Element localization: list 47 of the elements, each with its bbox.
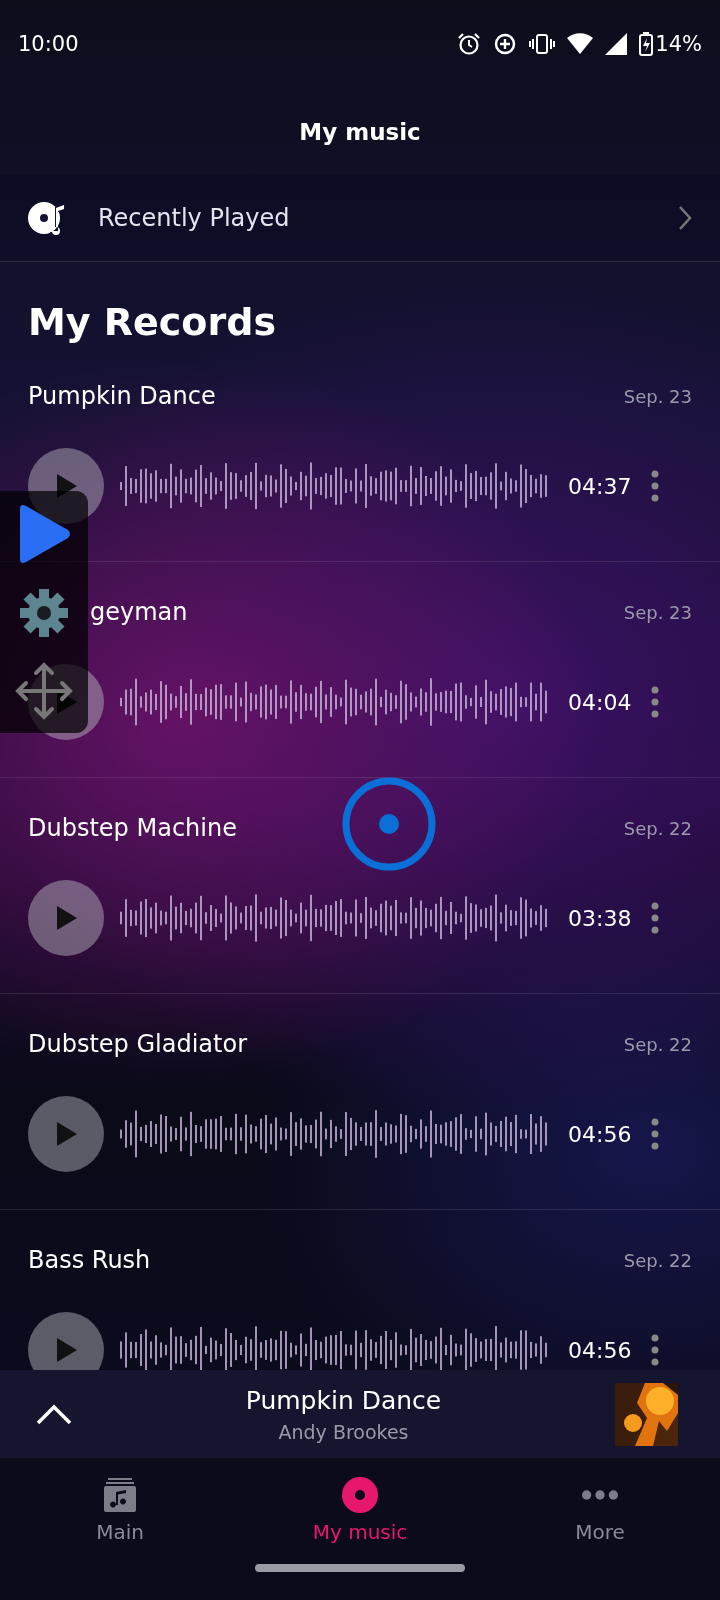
battery-icon bbox=[639, 32, 654, 56]
status-time: 10:00 bbox=[18, 32, 79, 56]
record-date: Sep. 23 bbox=[623, 385, 692, 407]
nav-tab[interactable]: More bbox=[480, 1468, 720, 1552]
record-title: Bass Rush bbox=[28, 1246, 151, 1274]
battery-level: 14% bbox=[655, 32, 702, 56]
record-duration: 04:56 bbox=[568, 1337, 633, 1363]
record-date: Sep. 22 bbox=[623, 1033, 692, 1055]
settings-icon[interactable] bbox=[19, 588, 69, 638]
signal-icon bbox=[605, 33, 628, 55]
record-title: Pumpkin Dance bbox=[28, 382, 216, 410]
record-duration: 03:38 bbox=[568, 905, 633, 931]
more-options-icon[interactable] bbox=[650, 685, 660, 719]
track-title: Pumpkin Dance bbox=[245, 1385, 442, 1415]
data-saver-icon bbox=[493, 32, 518, 56]
record-date: Sep. 22 bbox=[623, 817, 692, 839]
play-icon bbox=[54, 905, 78, 931]
record-title: Dubstep Machine bbox=[28, 814, 237, 842]
chevron-up-icon[interactable] bbox=[36, 1403, 72, 1425]
more-options-icon[interactable] bbox=[650, 901, 660, 935]
recently-played-row[interactable]: Recently Played bbox=[0, 175, 720, 262]
move-icon[interactable] bbox=[14, 661, 74, 722]
record-duration: 04:37 bbox=[568, 473, 633, 499]
disc-icon bbox=[341, 1476, 379, 1514]
play-icon bbox=[54, 1337, 78, 1363]
record-duration: 04:04 bbox=[568, 689, 633, 715]
section-heading: My Records bbox=[28, 300, 277, 344]
more-options-icon[interactable] bbox=[650, 469, 660, 503]
page-title: My music bbox=[299, 118, 421, 145]
record-title: Dubstep Gladiator bbox=[28, 1030, 247, 1058]
mini-player[interactable]: Pumpkin Dance Andy Brookes bbox=[0, 1370, 720, 1458]
vibrate-icon bbox=[529, 32, 556, 56]
record-title: geyman bbox=[89, 598, 188, 626]
alarm-icon bbox=[457, 32, 482, 56]
nav-tab[interactable]: My music bbox=[240, 1468, 480, 1552]
more-icon bbox=[582, 1490, 618, 1500]
wifi-icon bbox=[567, 33, 594, 55]
record-date: Sep. 23 bbox=[623, 601, 692, 623]
music-library-icon bbox=[102, 1477, 138, 1513]
more-options-icon[interactable] bbox=[650, 1333, 660, 1367]
track-artist: Andy Brookes bbox=[278, 1420, 409, 1443]
record-duration: 04:56 bbox=[568, 1121, 633, 1147]
more-options-icon[interactable] bbox=[650, 1117, 660, 1151]
chevron-right-icon bbox=[678, 205, 692, 231]
nav-tab[interactable]: Main bbox=[0, 1468, 240, 1552]
record-date: Sep. 22 bbox=[623, 1249, 692, 1271]
play-icon bbox=[54, 1121, 78, 1147]
